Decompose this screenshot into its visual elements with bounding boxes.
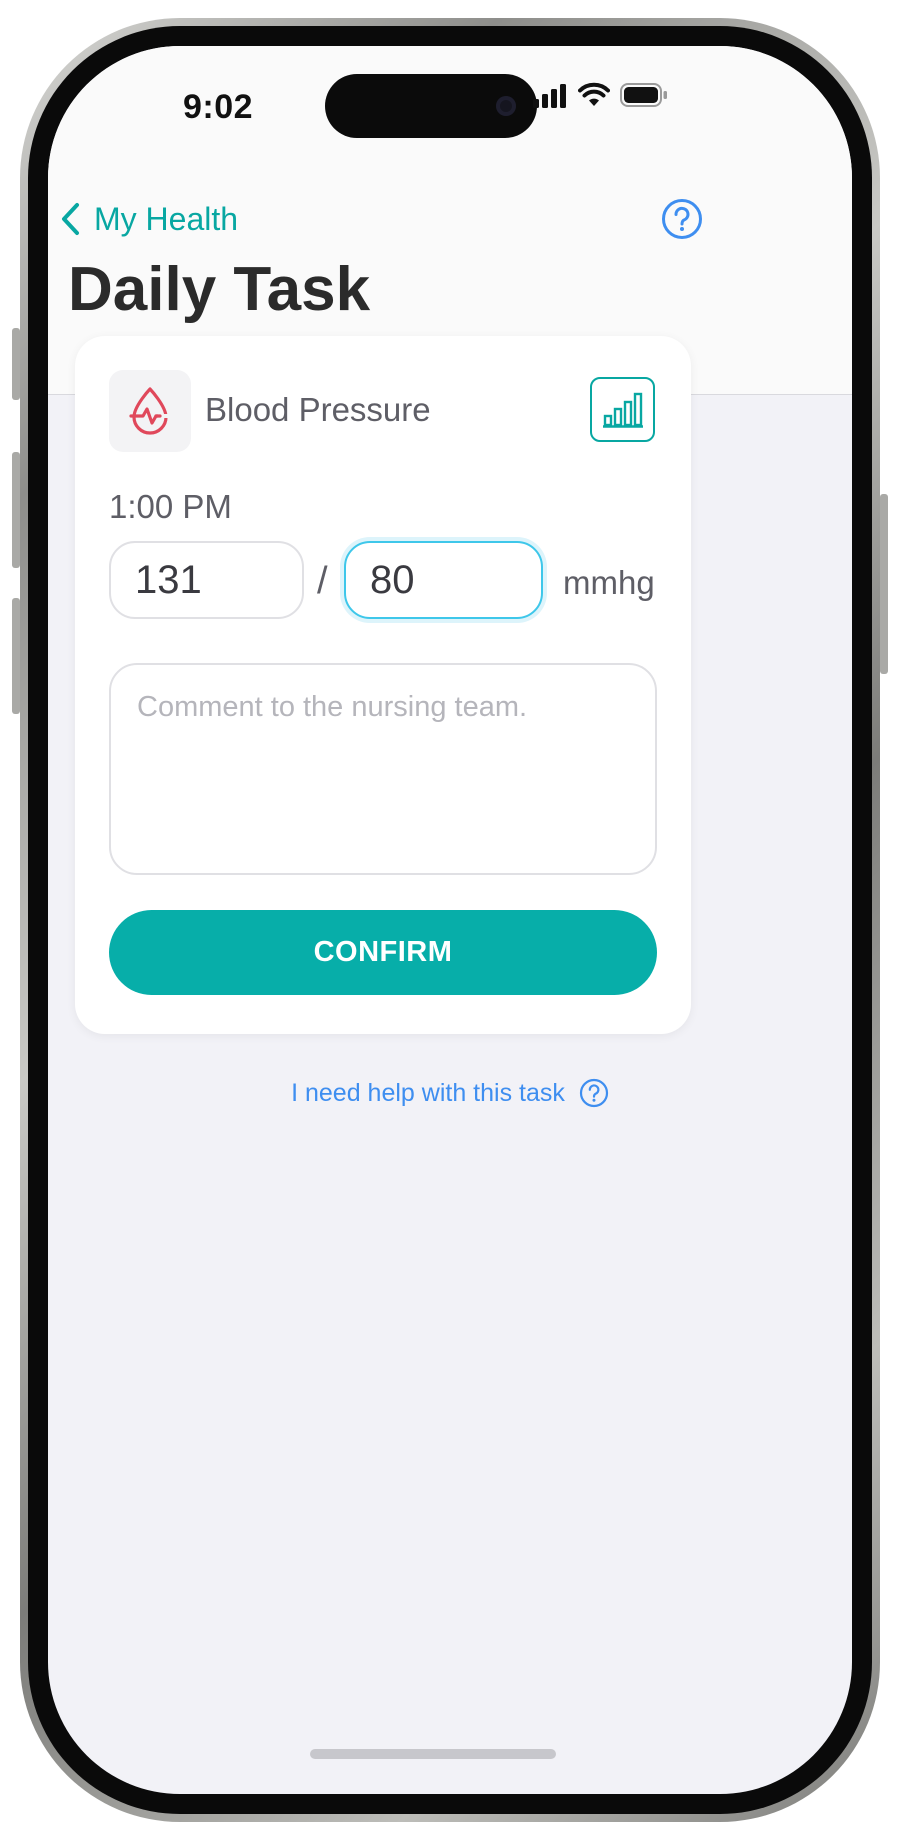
phone-screen: 9:02 My Health Daily Task Blood Pressure… — [48, 46, 852, 1794]
cellular-signal-icon — [533, 84, 566, 108]
systolic-input[interactable] — [109, 541, 304, 619]
task-time: 1:00 PM — [109, 488, 232, 525]
volume-up-button — [12, 452, 20, 568]
status-time: 9:02 — [182, 88, 254, 126]
front-camera — [496, 96, 516, 116]
help-link-label: I need help with this task — [291, 1078, 565, 1107]
battery-icon — [620, 83, 667, 107]
page-title: Daily Task — [68, 255, 371, 324]
home-indicator[interactable] — [310, 1749, 556, 1759]
history-chart-button[interactable] — [590, 377, 655, 442]
help-task-link[interactable]: I need help with this task — [48, 1078, 852, 1108]
task-card: Blood Pressure 1:00 PM / mmhg CONFIRM — [75, 336, 691, 1034]
status-bar: 9:02 — [48, 46, 852, 176]
task-icon-tile — [109, 370, 191, 452]
wifi-icon — [578, 82, 610, 106]
chevron-left-icon — [62, 203, 79, 235]
blood-drop-pulse-icon — [129, 387, 172, 435]
volume-down-button — [12, 598, 20, 714]
bar-chart-icon — [602, 392, 643, 428]
unit-label: mmhg — [563, 564, 655, 601]
task-name: Blood Pressure — [205, 391, 431, 428]
bp-separator: / — [317, 560, 328, 602]
diastolic-input[interactable] — [344, 541, 543, 619]
question-circle-icon[interactable] — [661, 198, 703, 240]
confirm-button[interactable]: CONFIRM — [109, 910, 657, 995]
question-circle-icon — [579, 1078, 608, 1108]
comment-field[interactable] — [109, 663, 657, 875]
action-button — [12, 328, 20, 400]
back-button[interactable]: My Health — [60, 194, 238, 244]
power-button — [880, 494, 888, 674]
back-label: My Health — [94, 200, 239, 237]
